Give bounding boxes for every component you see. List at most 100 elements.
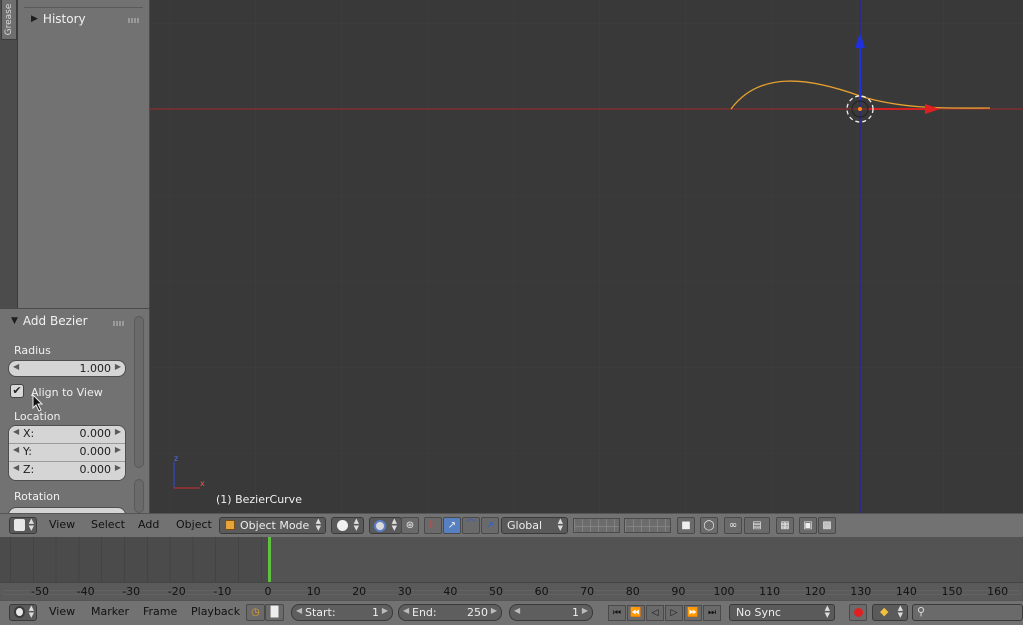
menu-view[interactable]: View bbox=[49, 605, 75, 618]
editor-type-selector[interactable]: ▲ ▼ bbox=[9, 604, 37, 621]
menu-marker[interactable]: Marker bbox=[91, 605, 129, 618]
sync-mode-dropdown[interactable]: No Sync ▲ ▼ bbox=[729, 604, 835, 621]
play-reverse-icon[interactable]: ◁ bbox=[646, 605, 664, 621]
increment-arrow-icon[interactable]: ▶ bbox=[115, 445, 121, 454]
mode-dropdown[interactable]: Object Mode ▲ ▼ bbox=[219, 517, 326, 534]
start-frame-field[interactable]: ◀ Start: 1 ▶ bbox=[291, 604, 393, 621]
menu-object[interactable]: Object bbox=[176, 518, 212, 531]
transform-orientation-dropdown[interactable]: Global ▲ ▼ bbox=[501, 517, 568, 534]
opengl-render-anim-icon[interactable]: ▩ bbox=[818, 517, 836, 534]
timeline-tick-label: 20 bbox=[352, 585, 367, 598]
updown-arrows-icon: ▲ ▼ bbox=[353, 517, 359, 532]
increment-arrow-icon[interactable]: ▶ bbox=[115, 463, 121, 472]
pivot-point-dropdown[interactable]: ▲ ▼ bbox=[369, 517, 402, 534]
editor-type-selector[interactable]: ▲ ▼ bbox=[9, 517, 37, 534]
panel-drag-grip-icon[interactable] bbox=[128, 18, 140, 23]
decrement-arrow-icon[interactable]: ◀ bbox=[13, 427, 19, 436]
jump-to-prev-keyframe-icon[interactable]: ⏪ bbox=[627, 605, 645, 621]
proportional-editing-icon[interactable]: ◯ bbox=[700, 517, 718, 534]
increment-arrow-icon[interactable]: ▶ bbox=[582, 606, 588, 615]
increment-arrow-icon[interactable]: ▶ bbox=[115, 362, 121, 371]
menu-add[interactable]: Add bbox=[138, 518, 159, 531]
sync-value: No Sync bbox=[736, 606, 781, 619]
operator-scrollbar-lower[interactable] bbox=[134, 479, 144, 513]
transform-manipulator-icon[interactable]: ⚐ bbox=[424, 517, 442, 534]
location-z-value: 0.000 bbox=[79, 463, 112, 476]
radius-label: Radius bbox=[14, 344, 51, 357]
location-z-field[interactable]: ◀ Z: 0.000 ▶ bbox=[9, 462, 125, 480]
3d-viewport[interactable]: z x (1) BezierCurve bbox=[0, 0, 1023, 513]
location-x-value: 0.000 bbox=[79, 427, 112, 440]
scale-manipulator-icon[interactable]: ↗ bbox=[481, 517, 499, 534]
end-frame-field[interactable]: ◀ End: 250 ▶ bbox=[398, 604, 502, 621]
render-preview-icon[interactable]: ▦ bbox=[776, 517, 794, 534]
location-x-field[interactable]: ◀ X: 0.000 ▶ bbox=[9, 426, 125, 444]
layers-grid-right[interactable] bbox=[624, 518, 671, 533]
radius-field[interactable]: ◀ 1.000 ▶ bbox=[8, 360, 126, 377]
increment-arrow-icon[interactable]: ▶ bbox=[382, 606, 388, 615]
align-to-view-checkbox[interactable]: ✔ bbox=[10, 384, 24, 398]
jump-to-start-icon[interactable]: ⏮ bbox=[608, 605, 626, 621]
active-keying-set-field[interactable]: ⚲ bbox=[912, 604, 1023, 621]
timeline-tick-label: 50 bbox=[489, 585, 503, 598]
increment-arrow-icon[interactable]: ▶ bbox=[491, 606, 497, 615]
updown-arrows-icon: ▲ ▼ bbox=[28, 517, 34, 532]
layers-grid-left[interactable] bbox=[573, 518, 620, 533]
increment-arrow-icon[interactable]: ▶ bbox=[115, 427, 121, 436]
operator-scrollbar[interactable] bbox=[134, 316, 144, 468]
panel-drag-grip-icon[interactable] bbox=[113, 321, 125, 326]
end-value: 250 bbox=[467, 606, 488, 619]
collapse-triangle-icon: ▼ bbox=[11, 316, 18, 326]
timeline-editor[interactable]: -50 -40 -30 -20 -10 0 10 20 30 40 50 60 70 80 90 100 110… bbox=[0, 537, 1023, 600]
jump-to-end-icon[interactable]: ⏭ bbox=[703, 605, 721, 621]
location-y-value: 0.000 bbox=[79, 445, 112, 458]
timeline-tick-label: 40 bbox=[443, 585, 458, 598]
translate-manipulator-icon[interactable]: ↗ bbox=[443, 517, 461, 534]
updown-arrows-icon: ▲ ▼ bbox=[391, 517, 397, 532]
location-y-axis: Y: bbox=[23, 445, 32, 458]
lock-range-icon[interactable]: █ bbox=[265, 604, 284, 621]
menu-frame[interactable]: Frame bbox=[143, 605, 177, 618]
menu-view[interactable]: View bbox=[49, 518, 75, 531]
viewport-shading-dropdown[interactable]: ▲ ▼ bbox=[331, 517, 364, 534]
jump-to-next-keyframe-icon[interactable]: ⏩ bbox=[684, 605, 702, 621]
current-frame-cursor[interactable] bbox=[268, 537, 271, 583]
tab-grease-label: Grease bbox=[4, 3, 14, 36]
add-bezier-panel-header[interactable]: ▼ Add Bezier bbox=[11, 314, 88, 328]
current-frame-field[interactable]: ◀ 1 ▶ bbox=[509, 604, 593, 621]
timeline-tick-label: 130 bbox=[850, 585, 872, 598]
play-icon[interactable]: ▷ bbox=[665, 605, 683, 621]
keying-set-icon: ⚲ bbox=[917, 605, 926, 618]
keying-set-dropdown[interactable]: ◆ ▲ ▼ bbox=[872, 604, 908, 621]
snap-magnet-icon[interactable]: ∞ bbox=[724, 517, 742, 534]
radius-value: 1.000 bbox=[79, 362, 112, 375]
layer-lock-icon[interactable]: ■ bbox=[677, 517, 695, 534]
updown-arrows-icon: ▲ ▼ bbox=[557, 517, 563, 532]
timeline-ruler[interactable]: -50 -40 -30 -20 -10 0 10 20 30 40 50 60 70 80 90 100 110… bbox=[0, 582, 1023, 600]
menu-playback[interactable]: Playback bbox=[191, 605, 240, 618]
menu-select[interactable]: Select bbox=[91, 518, 125, 531]
timeline-tick-label: 110 bbox=[759, 585, 781, 598]
rotate-manipulator-icon[interactable]: ⌒ bbox=[462, 517, 480, 534]
decrement-arrow-icon[interactable]: ◀ bbox=[13, 445, 19, 454]
decrement-arrow-icon[interactable]: ◀ bbox=[13, 463, 19, 472]
preview-range-icon[interactable]: ◷ bbox=[246, 604, 265, 621]
manipulate-center-icon[interactable]: ⊛ bbox=[401, 517, 419, 534]
auto-keying-record-icon[interactable] bbox=[849, 604, 867, 621]
decrement-arrow-icon[interactable]: ◀ bbox=[296, 606, 302, 615]
panel-divider bbox=[24, 7, 143, 8]
add-bezier-title: Add Bezier bbox=[22, 314, 88, 328]
decrement-arrow-icon[interactable]: ◀ bbox=[403, 606, 409, 615]
opengl-render-camera-icon[interactable]: ▣ bbox=[799, 517, 817, 534]
snap-element-icon[interactable]: ▤ bbox=[744, 517, 770, 534]
object-mode-cube-icon bbox=[225, 520, 235, 530]
history-panel-header[interactable]: ▶ History bbox=[31, 12, 86, 26]
pivot-icon bbox=[374, 520, 386, 532]
decrement-arrow-icon[interactable]: ◀ bbox=[13, 362, 19, 371]
location-y-field[interactable]: ◀ Y: 0.000 ▶ bbox=[9, 444, 125, 462]
3d-view-editor-icon bbox=[14, 519, 25, 531]
decrement-arrow-icon[interactable]: ◀ bbox=[514, 606, 520, 615]
start-value: 1 bbox=[372, 606, 379, 619]
3d-view-header: ▲ ▼ View Select Add Object Object Mode ▲ ▼… bbox=[0, 513, 1023, 537]
tab-grease-pencil[interactable]: Grease bbox=[1, 0, 17, 40]
